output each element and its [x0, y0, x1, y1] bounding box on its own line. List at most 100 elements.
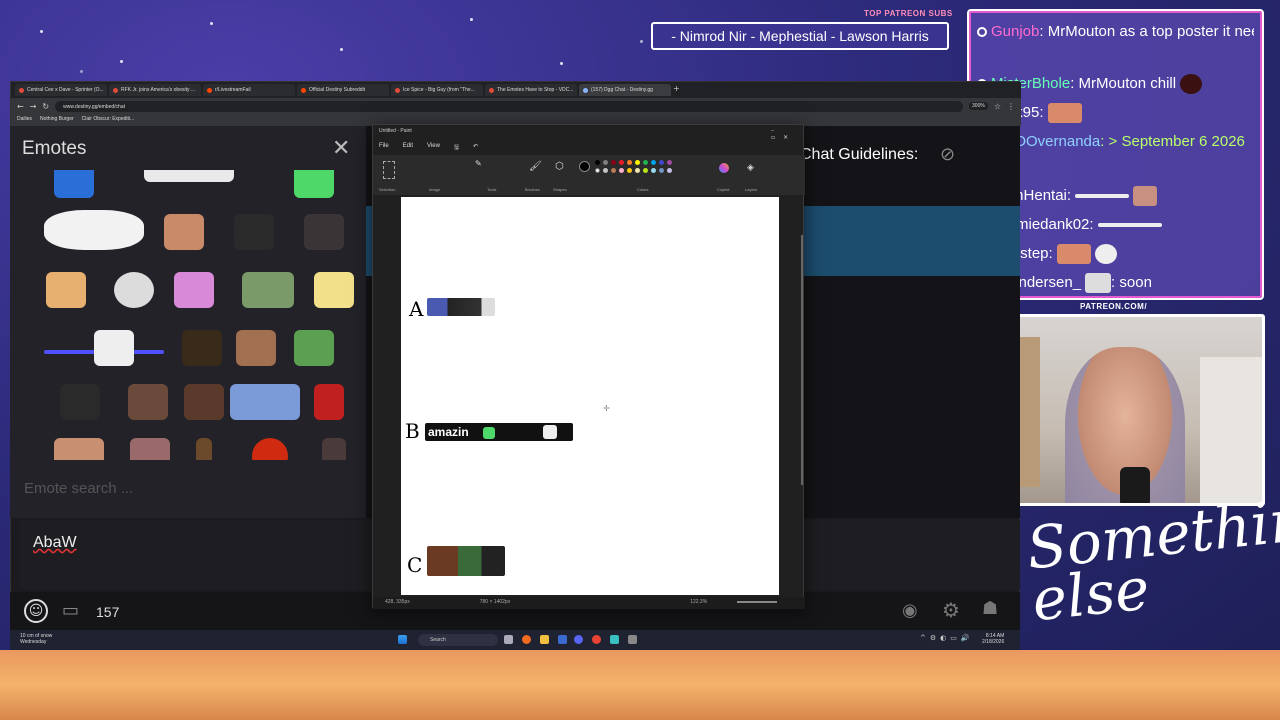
browser-tab[interactable]: r/LivestreamFail	[203, 84, 295, 96]
task-view-icon[interactable]	[504, 635, 513, 644]
status-zoom[interactable]: 122.3%	[690, 599, 707, 607]
emote-item[interactable]	[294, 330, 334, 366]
chat-message: :	[1089, 216, 1094, 233]
emote-item[interactable]	[114, 272, 154, 308]
app-icon[interactable]	[628, 635, 637, 644]
eye-icon[interactable]: ◉	[902, 600, 918, 621]
paint-canvas[interactable]: A B amazin ✛ C	[401, 197, 779, 595]
chat-input-text[interactable]: AbaW	[33, 534, 77, 552]
zoom-slider[interactable]	[737, 601, 778, 603]
emote-item[interactable]	[234, 214, 274, 250]
emote-item[interactable]	[130, 438, 170, 460]
current-color[interactable]	[579, 161, 590, 172]
save-icon[interactable]: 🖫	[454, 143, 459, 153]
app-icon[interactable]	[558, 635, 567, 644]
emote-image	[1180, 74, 1203, 95]
canvas-letter-c: C	[407, 553, 423, 577]
system-tray-icons[interactable]: ^⚙◐▭🔊	[920, 634, 974, 642]
emoji-icon[interactable]: ☺	[24, 599, 48, 623]
color-palette[interactable]	[595, 157, 685, 185]
emote-item[interactable]	[144, 170, 234, 182]
emote-item[interactable]	[182, 330, 222, 366]
canvas-letter-a: A	[409, 297, 424, 321]
tab-favicon-icon	[301, 87, 306, 93]
emote-strip-b-text: amazin	[428, 425, 469, 439]
reload-icon[interactable]: ↻	[42, 102, 49, 111]
bookmark-item[interactable]: Nothing Burger	[40, 116, 74, 124]
emote-item[interactable]	[44, 210, 144, 250]
ribbon-label: Image	[429, 187, 441, 192]
browser-tab[interactable]: The Emotes Have to Stop - VDC...	[485, 84, 577, 96]
browser-tab-active[interactable]: (157) Dgg Chat - Destiny.gg	[579, 84, 671, 96]
menu-edit[interactable]: Edit	[403, 143, 413, 153]
browser-tab[interactable]: Ice Spice - Big Guy (from "The...	[391, 84, 483, 96]
discord-icon[interactable]	[574, 635, 583, 644]
layers-icon[interactable]: ◈	[747, 163, 754, 173]
emote-item[interactable]	[236, 330, 276, 366]
forward-icon[interactable]: →	[30, 102, 37, 111]
vertical-scrollbar[interactable]	[801, 235, 803, 485]
select-tool-icon[interactable]	[383, 161, 395, 179]
emote-item[interactable]	[304, 214, 344, 250]
users-icon[interactable]: ☗	[982, 598, 998, 619]
user-count: 157	[96, 604, 120, 620]
undo-icon[interactable]: ↶	[473, 143, 478, 153]
taskbar-weather[interactable]: 10 cm of snow Wednesday	[20, 633, 52, 645]
pencil-icon[interactable]: ✎	[475, 159, 482, 168]
emote-image	[1085, 273, 1112, 294]
webcam-cabinet	[1200, 357, 1262, 503]
emote-search-input[interactable]: Emote search ...	[24, 480, 133, 497]
bookmark-item[interactable]: Clair Obscur: Expediti...	[82, 116, 135, 124]
gear-icon[interactable]: ⚙	[942, 598, 960, 622]
emote-image	[1075, 194, 1130, 199]
emote-item[interactable]	[230, 384, 300, 420]
zoom-badge[interactable]: 300%	[969, 102, 988, 110]
windows-start-icon[interactable]	[398, 635, 407, 644]
close-icon[interactable]: ✕	[332, 136, 350, 161]
emote-item[interactable]	[54, 438, 104, 460]
whispers-icon[interactable]: ▭	[62, 600, 79, 621]
back-icon[interactable]: ←	[17, 102, 24, 111]
emote-item[interactable]	[196, 438, 212, 460]
star-icon[interactable]: ☆	[994, 102, 1001, 111]
emote-item[interactable]	[60, 384, 100, 420]
url-field[interactable]: www.destiny.gg/embed/chat	[55, 100, 964, 112]
emote-item[interactable]	[242, 272, 294, 308]
browser-tab[interactable]: Central Cee x Dave - Sprinter (O...	[15, 84, 107, 96]
paint-app-icon[interactable]	[610, 635, 619, 644]
emote-item[interactable]	[94, 330, 134, 366]
emote-item[interactable]	[54, 170, 94, 198]
menu-view[interactable]: View	[427, 143, 440, 153]
tab-favicon-icon	[19, 87, 24, 93]
shapes-icon[interactable]: ⬡	[555, 161, 564, 172]
taskbar-clock[interactable]: 8:14 AM 2/18/2026	[982, 633, 1004, 645]
status-canvas-size: 780 × 1402px	[479, 599, 511, 605]
emote-item[interactable]	[252, 438, 288, 460]
new-tab-icon[interactable]: +	[673, 84, 680, 96]
file-explorer-icon[interactable]	[540, 635, 549, 644]
emote-item[interactable]	[174, 272, 214, 308]
firefox-icon[interactable]	[522, 635, 531, 644]
taskbar-search[interactable]: Search	[418, 634, 498, 646]
emote-item[interactable]	[164, 214, 204, 250]
tab-label: Ice Spice - Big Guy (from "The...	[403, 87, 475, 93]
emote-item[interactable]	[46, 272, 86, 308]
emote-item[interactable]	[294, 170, 334, 198]
menu-file[interactable]: File	[379, 143, 389, 153]
emote-item[interactable]	[314, 384, 344, 420]
emote-item[interactable]	[314, 272, 354, 308]
bookmark-item[interactable]: Dailies	[17, 116, 32, 124]
emote-item[interactable]	[184, 384, 224, 420]
tab-label: RFK Jr. joins America's obesity ...	[121, 87, 196, 93]
chat-guidelines-close-icon[interactable]: ⊘	[940, 144, 955, 165]
chrome-icon[interactable]	[592, 635, 601, 644]
browser-tab[interactable]: Official Destiny Subreddit	[297, 84, 389, 96]
menu-icon[interactable]: ⋮	[1007, 102, 1015, 111]
emote-item[interactable]	[322, 438, 346, 460]
window-controls[interactable]: –▫✕	[771, 127, 803, 141]
emote-item[interactable]	[128, 384, 168, 420]
emote-image	[1047, 103, 1082, 124]
copilot-icon[interactable]	[719, 163, 729, 173]
brush-icon[interactable]: 🖌	[529, 161, 542, 172]
browser-tab[interactable]: RFK Jr. joins America's obesity ...	[109, 84, 201, 96]
